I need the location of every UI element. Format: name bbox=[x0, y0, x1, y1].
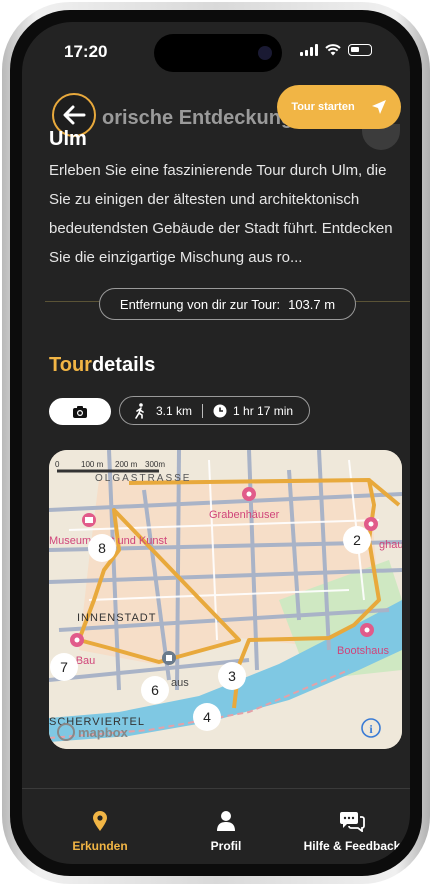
scale-300: 300m bbox=[145, 460, 165, 469]
map-canvas: 0 100 m 200 m 300m OLGASTRASSE INNENSTAD… bbox=[49, 450, 402, 749]
tab-profil[interactable]: Profil bbox=[178, 810, 274, 853]
tour-stop-marker[interactable]: 4 bbox=[193, 703, 221, 731]
header-title: orische Entdeckung bbox=[102, 107, 294, 129]
tour-description: Erleben Sie eine faszinierende Tour durc… bbox=[49, 162, 393, 266]
tab-label-erkunden: Erkunden bbox=[72, 839, 128, 853]
walking-icon bbox=[135, 402, 144, 419]
tour-duration: 1 hr 17 min bbox=[233, 403, 294, 418]
start-tour-label: Tour starten bbox=[291, 101, 355, 113]
tour-details-title: Tourdetails bbox=[49, 354, 155, 377]
landmark-icon bbox=[162, 651, 176, 665]
title-rest: details bbox=[91, 354, 156, 376]
title-accent: Tour bbox=[49, 354, 92, 376]
scale-200: 200 m bbox=[115, 460, 138, 469]
tab-erkunden[interactable]: Erkunden bbox=[52, 810, 148, 853]
tour-stop-marker[interactable]: 7 bbox=[50, 653, 78, 681]
phone-bezel: 17:20 orische Entdeckung Tour starten Ul… bbox=[10, 10, 422, 876]
stop-number: 6 bbox=[151, 682, 159, 698]
tabbar-divider bbox=[22, 788, 410, 789]
poi-bootshaus: Bootshaus bbox=[337, 645, 389, 657]
chat-bubbles-icon bbox=[340, 812, 365, 832]
tour-city: Ulm bbox=[49, 128, 87, 150]
tour-stop-marker[interactable]: 3 bbox=[218, 662, 246, 690]
scale-100: 100 m bbox=[81, 460, 104, 469]
district-innenstadt: INNENSTADT bbox=[77, 612, 156, 624]
street-label: OLGASTRASSE bbox=[95, 473, 191, 484]
poi-grabenhaeuser: Grabenhäuser bbox=[209, 509, 280, 521]
stop-number: 3 bbox=[228, 668, 236, 684]
clock-icon bbox=[213, 404, 227, 417]
phone-frame: 17:20 orische Entdeckung Tour starten Ul… bbox=[2, 2, 430, 884]
stop-number: 4 bbox=[203, 709, 211, 725]
tour-stop-marker[interactable]: 6 bbox=[141, 676, 169, 704]
app-screen: 17:20 orische Entdeckung Tour starten Ul… bbox=[22, 22, 410, 864]
person-icon bbox=[217, 811, 235, 831]
wifi-icon bbox=[325, 44, 341, 56]
navigation-arrow-icon bbox=[371, 100, 386, 114]
stop-number: 7 bbox=[60, 659, 68, 675]
arrow-left-icon bbox=[63, 105, 86, 125]
status-icons bbox=[300, 44, 372, 56]
poi-pin-icon bbox=[242, 487, 256, 501]
tab-label-hilfe: Hilfe & Feedback bbox=[303, 839, 401, 853]
distance-pill: Entfernung von dir zur Tour: 103.7 m bbox=[99, 288, 356, 320]
tab-label-profil: Profil bbox=[210, 839, 242, 853]
scale-0: 0 bbox=[55, 460, 60, 469]
stats-separator bbox=[202, 403, 204, 418]
mapbox-attribution: mapbox bbox=[78, 725, 129, 740]
tab-hilfe-feedback[interactable]: Hilfe & Feedback bbox=[292, 810, 410, 853]
battery-icon bbox=[348, 44, 372, 56]
museum-icon bbox=[82, 513, 96, 527]
status-time: 17:20 bbox=[64, 42, 108, 61]
distance-label: Entfernung von dir zur Tour: bbox=[119, 296, 281, 312]
poi-pin-icon bbox=[364, 517, 378, 531]
signal-icon bbox=[300, 44, 318, 56]
start-tour-button[interactable]: Tour starten bbox=[277, 85, 401, 129]
tour-map[interactable]: 0 100 m 200 m 300m OLGASTRASSE INNENSTAD… bbox=[49, 450, 402, 749]
dynamic-island bbox=[154, 34, 282, 72]
tour-stop-marker[interactable]: 8 bbox=[88, 534, 116, 562]
stop-number: 2 bbox=[353, 532, 361, 548]
poi-pin-icon bbox=[70, 633, 84, 647]
photo-chip[interactable] bbox=[49, 398, 111, 425]
stop-number: 8 bbox=[98, 540, 106, 556]
tour-stop-marker[interactable]: 2 bbox=[343, 526, 371, 554]
location-pin-icon bbox=[93, 811, 107, 831]
tour-length: 3.1 km bbox=[156, 403, 193, 418]
poi-haus: aus bbox=[171, 677, 189, 689]
poi-zeughaus: ghaus bbox=[379, 539, 402, 551]
camera-icon bbox=[73, 405, 87, 418]
distance-value: 103.7 m bbox=[288, 296, 336, 312]
poi-pin-icon bbox=[360, 623, 374, 637]
tour-stats-chip: 3.1 km 1 hr 17 min bbox=[119, 396, 310, 425]
